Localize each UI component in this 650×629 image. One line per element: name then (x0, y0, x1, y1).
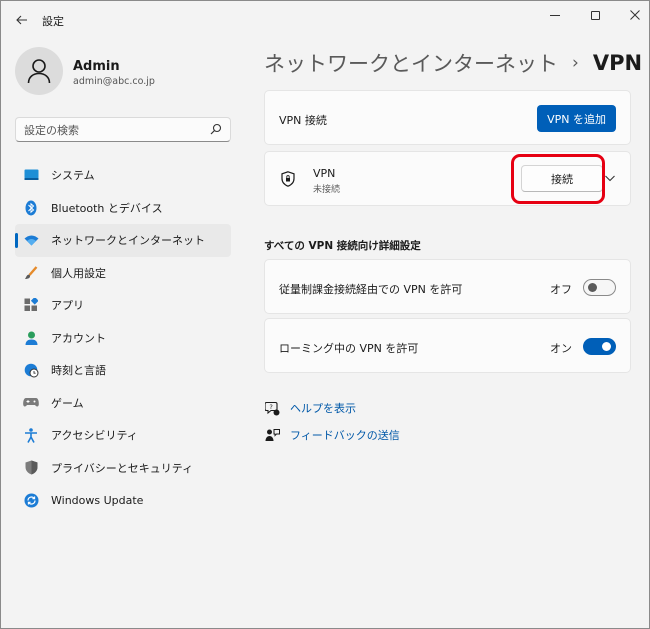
sidebar-item-windows-update[interactable]: Windows Update (15, 484, 231, 517)
sidebar-item-privacy[interactable]: プライバシーとセキュリティ (15, 452, 231, 485)
breadcrumb-parent[interactable]: ネットワークとインターネット (264, 48, 558, 78)
person-icon (27, 59, 51, 84)
sidebar-item-label: Windows Update (51, 493, 144, 507)
vpn-connections-label: VPN 接続 (279, 114, 327, 127)
sidebar-item-gaming[interactable]: ゲーム (15, 387, 231, 420)
advanced-settings-title: すべての VPN 接続向け詳細設定 (264, 240, 421, 252)
sidebar-item-label: Bluetooth とデバイス (51, 201, 163, 215)
feedback-link[interactable]: フィードバックの送信 (290, 427, 400, 443)
vpn-name: VPN (313, 167, 336, 180)
roaming-vpn-card: ローミング中の VPN を許可 オン (264, 318, 631, 373)
close-button[interactable] (621, 5, 649, 25)
minimize-button[interactable] (541, 5, 569, 25)
apps-icon (23, 297, 39, 313)
sidebar-item-network[interactable]: ネットワークとインターネット (15, 224, 231, 257)
minimize-icon (550, 14, 560, 16)
display-icon (23, 167, 39, 183)
svg-text:?: ? (269, 403, 272, 411)
vpn-shield-icon (281, 171, 295, 187)
bluetooth-icon (23, 200, 39, 216)
sidebar-item-label: 個人用設定 (51, 266, 106, 280)
connect-button[interactable]: 接続 (521, 165, 603, 192)
sidebar-item-personalization[interactable]: 個人用設定 (15, 257, 231, 290)
roaming-vpn-label: ローミング中の VPN を許可 (279, 342, 419, 355)
chevron-down-icon[interactable] (604, 173, 616, 183)
vpn-connections-card: VPN 接続 VPN を追加 (264, 90, 631, 145)
brush-icon (23, 265, 39, 281)
help-icon: ? (264, 400, 280, 416)
sidebar-item-accessibility[interactable]: アクセシビリティ (15, 419, 231, 452)
sidebar-item-bluetooth[interactable]: Bluetooth とデバイス (15, 192, 231, 225)
sidebar-item-time-language[interactable]: 時刻と言語 (15, 354, 231, 387)
toggle-knob (588, 283, 597, 292)
shield-icon (23, 460, 39, 476)
metered-vpn-toggle[interactable] (583, 279, 616, 296)
sidebar-item-label: システム (51, 169, 95, 183)
metered-vpn-card: 従量制課金接続経由での VPN を許可 オフ (264, 259, 631, 314)
sidebar-item-label: ネットワークとインターネット (51, 234, 205, 248)
update-icon (23, 492, 39, 508)
breadcrumb: ネットワークとインターネット › VPN (264, 48, 642, 78)
sidebar-item-label: ゲーム (51, 396, 84, 410)
user-name: Admin (73, 59, 120, 74)
vpn-status: 未接続 (313, 185, 341, 195)
sidebar-item-accounts[interactable]: アカウント (15, 322, 231, 355)
help-link-row[interactable]: ? ヘルプを表示 (264, 400, 356, 416)
sidebar-item-apps[interactable]: アプリ (15, 289, 231, 322)
sidebar-item-label: プライバシーとセキュリティ (51, 461, 194, 475)
help-link[interactable]: ヘルプを表示 (290, 400, 356, 416)
search-icon[interactable] (210, 123, 222, 135)
app-title: 設定 (42, 15, 64, 28)
search-input[interactable] (24, 122, 204, 138)
title-bar: 設定 (1, 1, 649, 37)
metered-vpn-state: オフ (550, 283, 572, 296)
sidebar-item-system[interactable]: システム (15, 159, 231, 192)
maximize-button[interactable] (581, 5, 609, 25)
sidebar-item-label: アクセシビリティ (51, 429, 138, 443)
accessibility-icon (23, 427, 39, 443)
feedback-link-row[interactable]: フィードバックの送信 (264, 427, 400, 443)
vpn-entry-card[interactable]: VPN 未接続 接続 (264, 151, 631, 206)
feedback-icon (264, 427, 280, 443)
person-icon (23, 330, 39, 346)
sidebar-item-label: アカウント (51, 331, 106, 345)
active-indicator (15, 233, 18, 248)
arrow-left-icon (16, 15, 27, 25)
metered-vpn-label: 従量制課金接続経由での VPN を許可 (279, 283, 463, 296)
toggle-knob (602, 342, 611, 351)
page-title: VPN (592, 51, 643, 75)
user-email: admin@abc.co.jp (73, 76, 155, 87)
close-icon (630, 10, 640, 20)
roaming-vpn-state: オン (550, 342, 572, 355)
sidebar-nav: システム Bluetooth とデバイス ネットワークとインターネット 個人用設… (15, 159, 231, 517)
settings-window: 設定 Admin admin@abc.co.jp システム Bluetooth … (0, 0, 650, 629)
back-button[interactable] (9, 7, 35, 33)
roaming-vpn-toggle[interactable] (583, 338, 616, 355)
maximize-icon (590, 10, 600, 20)
sidebar-item-label: アプリ (51, 299, 84, 313)
breadcrumb-separator: › (572, 53, 579, 73)
sidebar-item-label: 時刻と言語 (51, 364, 106, 378)
globe-clock-icon (23, 362, 39, 378)
wifi-icon (23, 232, 39, 248)
search-box[interactable] (15, 117, 231, 142)
add-vpn-button[interactable]: VPN を追加 (537, 105, 616, 132)
avatar[interactable] (15, 47, 63, 95)
gamepad-icon (23, 395, 39, 411)
